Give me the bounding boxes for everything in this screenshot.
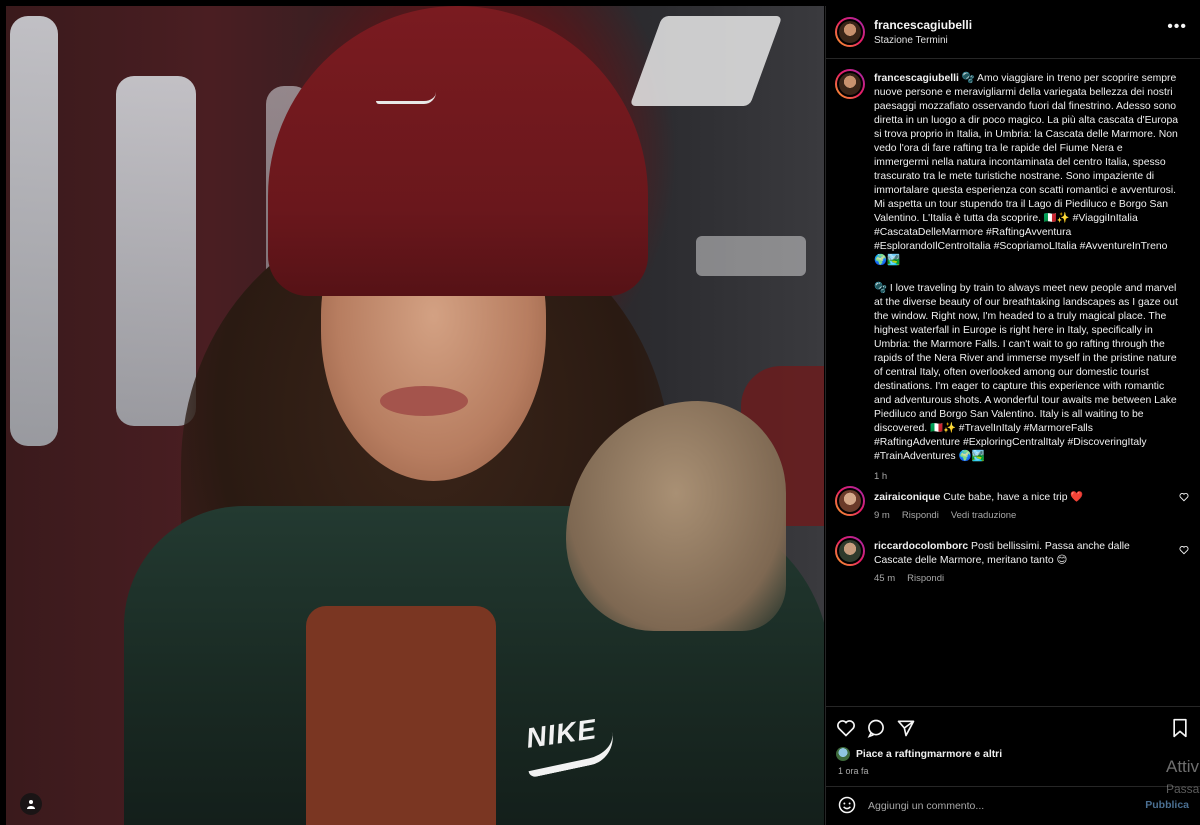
post-actions: Piace a raftingmarmore e altri 1 ora fa xyxy=(826,706,1200,786)
bookmark-icon[interactable] xyxy=(1169,717,1191,739)
comment-input[interactable] xyxy=(868,795,1108,817)
caption-time: 1 h xyxy=(874,471,888,482)
lips xyxy=(380,386,468,416)
post-side-panel: francescagiubelli Stazione Termini ••• f… xyxy=(825,6,1200,825)
comment-like-icon[interactable] xyxy=(1179,545,1189,558)
comment-icon[interactable] xyxy=(865,717,887,739)
post-image[interactable]: NIKE xyxy=(6,6,824,825)
sweater xyxy=(306,606,496,825)
comment-time: 9 m xyxy=(874,510,890,521)
share-icon[interactable] xyxy=(895,717,917,739)
post-location[interactable]: Stazione Termini xyxy=(874,35,948,46)
caption-text-it: 🫧 Amo viaggiare in treno per scoprire se… xyxy=(874,73,1181,266)
caption-author[interactable]: francescagiubelli xyxy=(874,73,959,84)
reply-link[interactable]: Rispondi xyxy=(902,510,939,521)
publish-button[interactable]: Pubblica xyxy=(1145,799,1189,811)
translate-link[interactable]: Vedi traduzione xyxy=(951,510,1017,521)
post-timestamp: 1 ora fa xyxy=(838,766,869,776)
author-username[interactable]: francescagiubelli xyxy=(874,18,972,32)
ceiling-light xyxy=(629,16,783,106)
beanie-logo xyxy=(376,92,436,104)
watermark-line-2: Passa xyxy=(1166,782,1200,796)
emoji-icon[interactable] xyxy=(838,796,856,819)
beanie xyxy=(268,6,648,296)
comment-time: 45 m xyxy=(874,573,896,584)
comment-text: Cute babe, have a nice trip ❤️ xyxy=(943,492,1084,503)
reply-link[interactable]: Rispondi xyxy=(907,573,944,584)
likes-text[interactable]: Piace a raftingmarmore e altri xyxy=(856,749,1002,760)
user-tag-icon[interactable] xyxy=(20,793,42,815)
caption-author-avatar[interactable] xyxy=(835,69,865,99)
watermark-line-1: Attiv xyxy=(1166,757,1200,776)
add-comment-bar: Pubblica xyxy=(826,786,1200,825)
comment-like-icon[interactable] xyxy=(1179,492,1189,505)
author-avatar[interactable] xyxy=(835,17,865,47)
os-activation-watermark: Attiv Passa xyxy=(1166,756,1199,800)
heart-icon[interactable] xyxy=(835,717,857,739)
caption-text-en: 🫧 I love traveling by train to always me… xyxy=(874,283,1181,462)
commenter-avatar[interactable] xyxy=(835,486,865,516)
ceiling-light xyxy=(696,236,806,276)
comment-author[interactable]: zairaiconique xyxy=(874,492,940,503)
comment-meta: 45 m Rispondi xyxy=(874,573,944,584)
comment-body: zairaiconique Cute babe, have a nice tri… xyxy=(874,491,1169,505)
train-window xyxy=(116,76,196,426)
post-header: francescagiubelli Stazione Termini ••• xyxy=(826,6,1200,59)
comment-meta: 9 m Rispondi Vedi traduzione xyxy=(874,510,1016,521)
comments-scroll-area[interactable]: francescagiubelli 🫧 Amo viaggiare in tre… xyxy=(826,60,1200,710)
more-horizontal-icon[interactable]: ••• xyxy=(1167,18,1187,36)
liker-avatar xyxy=(836,747,850,761)
likes-summary[interactable]: Piace a raftingmarmore e altri xyxy=(836,747,1002,761)
train-window xyxy=(10,16,58,446)
comment-author[interactable]: riccardocolomborc xyxy=(874,541,968,552)
post-caption: francescagiubelli 🫧 Amo viaggiare in tre… xyxy=(874,72,1179,484)
commenter-avatar[interactable] xyxy=(835,536,865,566)
comment-body: riccardocolomborc Posti bellissimi. Pass… xyxy=(874,540,1169,568)
